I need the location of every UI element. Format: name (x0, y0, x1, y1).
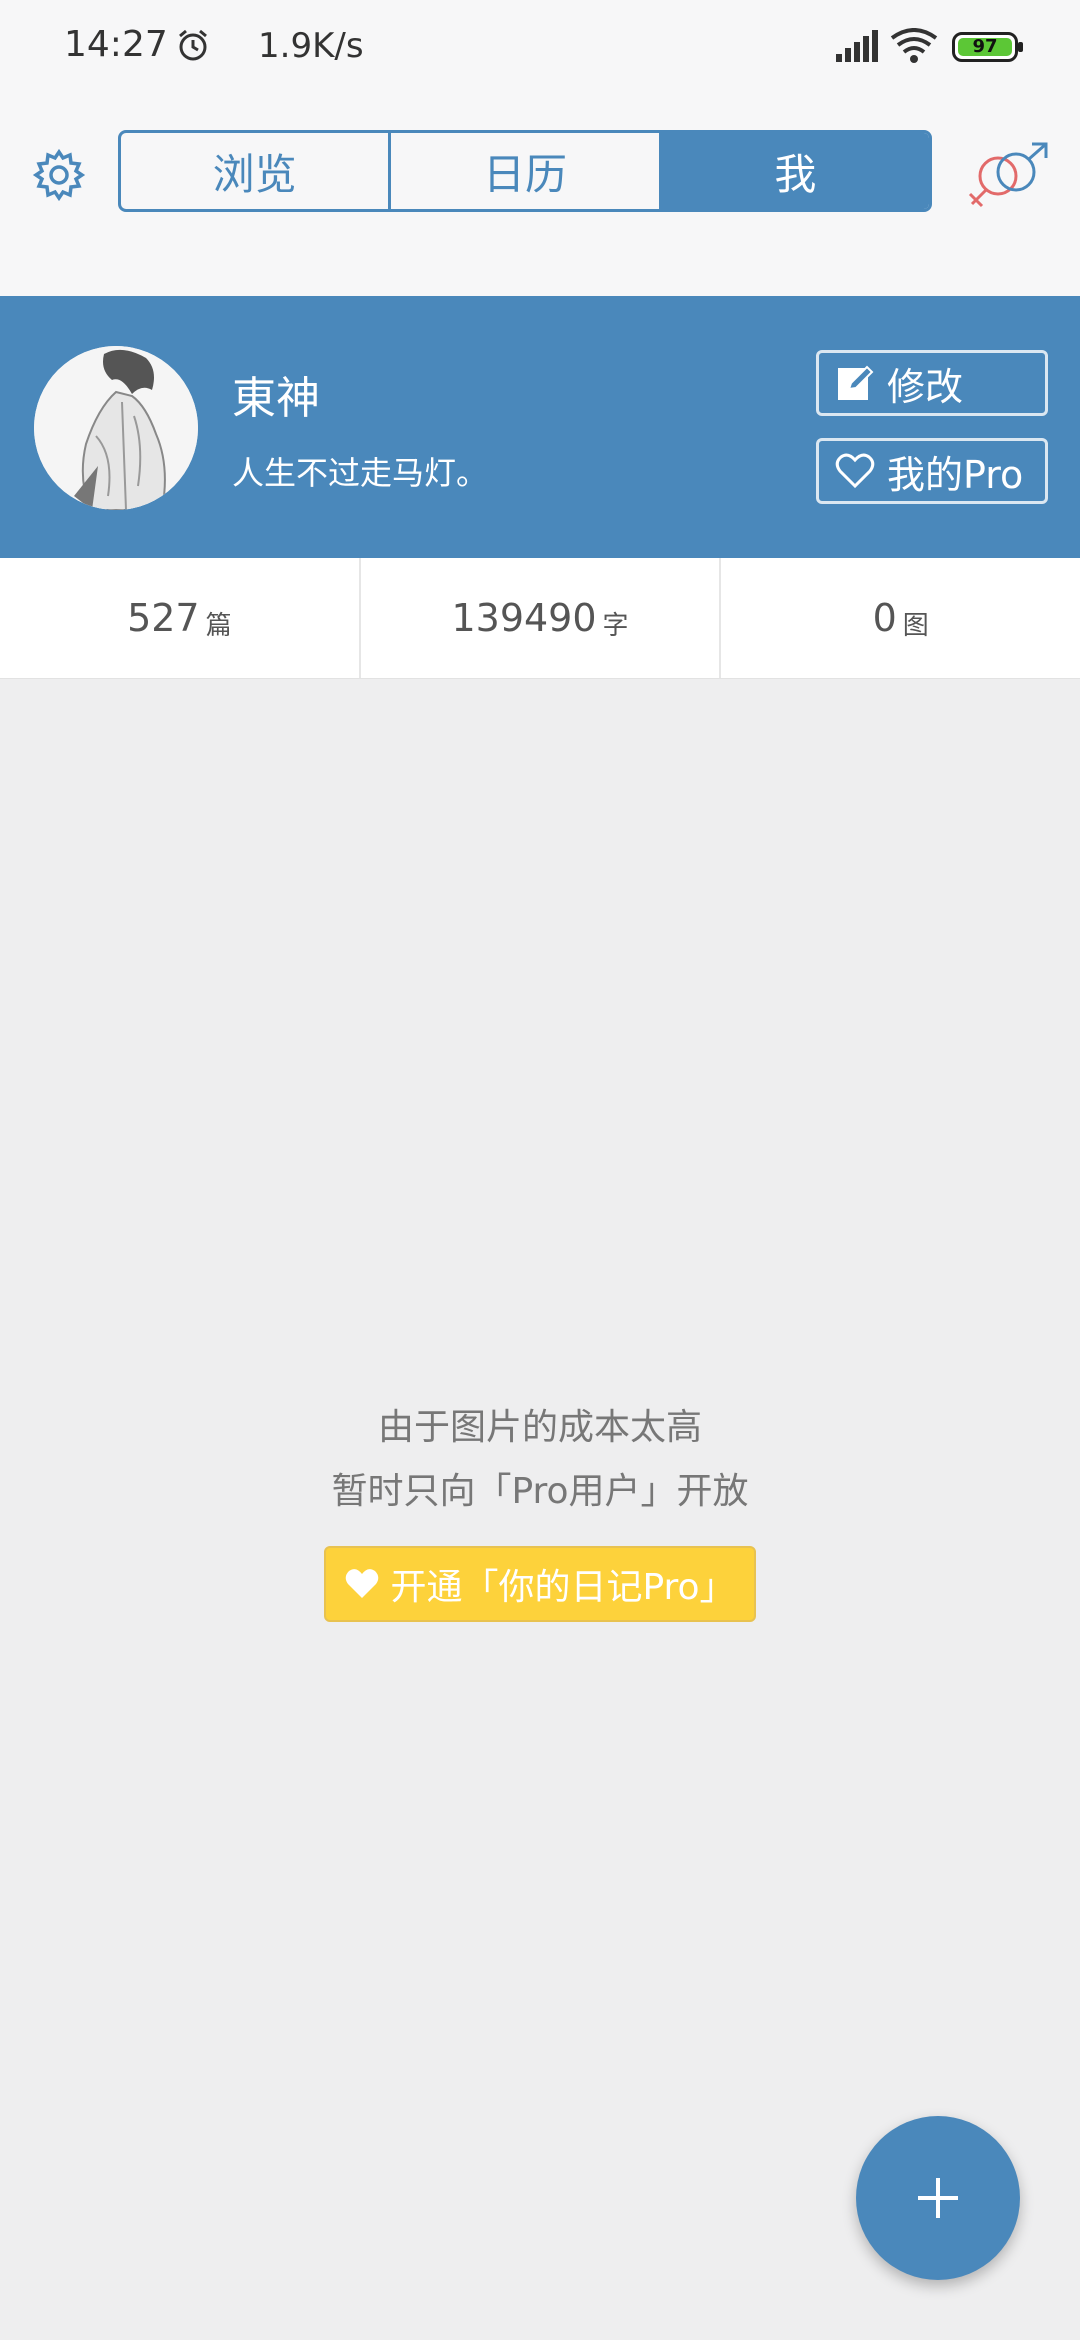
gender-icon[interactable] (962, 142, 1052, 212)
stats-bar: 527 篇 139490 字 0 图 (0, 558, 1080, 679)
stat-entries[interactable]: 527 篇 (0, 558, 361, 678)
avatar[interactable] (34, 346, 198, 510)
alarm-icon (179, 29, 207, 61)
stat-characters-unit: 字 (602, 610, 629, 641)
network-speed: 1.9K/s (258, 26, 364, 66)
upgrade-pro-button[interactable]: 开通「你的日记Pro」 (324, 1546, 756, 1622)
edit-label: 修改 (887, 364, 964, 409)
stat-entries-unit: 篇 (205, 610, 232, 641)
plus-icon (918, 2178, 958, 2218)
empty-message-line2: 暂时只向「Pro用户」开放 (331, 1471, 749, 1512)
heart-outline-icon (835, 453, 875, 489)
battery-icon: 97 (952, 32, 1023, 62)
tab-browse[interactable]: 浏览 (121, 133, 392, 209)
profile-bio: 人生不过走马灯。 (232, 454, 489, 492)
my-pro-label: 我的Pro (887, 452, 1024, 497)
status-time: 14:27 (64, 24, 168, 65)
profile-name: 東神 (232, 373, 320, 424)
signal-icon (836, 30, 878, 62)
profile-banner: 東神 人生不过走马灯。 修改 我的Pro (0, 296, 1080, 558)
my-pro-button[interactable]: 我的Pro (816, 438, 1048, 504)
tab-me[interactable]: 我 (661, 133, 929, 209)
battery-level: 97 (958, 38, 1012, 56)
wifi-icon (890, 28, 938, 63)
stat-characters[interactable]: 139490 字 (361, 558, 722, 678)
stat-images-value: 0 (872, 596, 897, 640)
add-entry-button[interactable] (856, 2116, 1020, 2280)
edit-icon (838, 365, 874, 400)
stat-images-unit: 图 (902, 610, 929, 641)
app-header: 浏览 日历 我 (0, 96, 1080, 296)
edit-profile-button[interactable]: 修改 (816, 350, 1048, 416)
stat-entries-value: 527 (127, 596, 200, 640)
stat-characters-value: 139490 (451, 596, 597, 640)
main-tabs: 浏览 日历 我 (118, 130, 932, 212)
empty-message-line1: 由于图片的成本太高 (377, 1407, 702, 1448)
stat-images[interactable]: 0 图 (721, 558, 1080, 678)
gear-icon[interactable] (32, 148, 86, 202)
tab-calendar[interactable]: 日历 (391, 133, 662, 209)
status-bar: 14:27 1.9K/s 97 (0, 0, 1080, 96)
heart-icon (346, 1569, 379, 1598)
upgrade-pro-label: 开通「你的日记Pro」 (390, 1567, 736, 1608)
